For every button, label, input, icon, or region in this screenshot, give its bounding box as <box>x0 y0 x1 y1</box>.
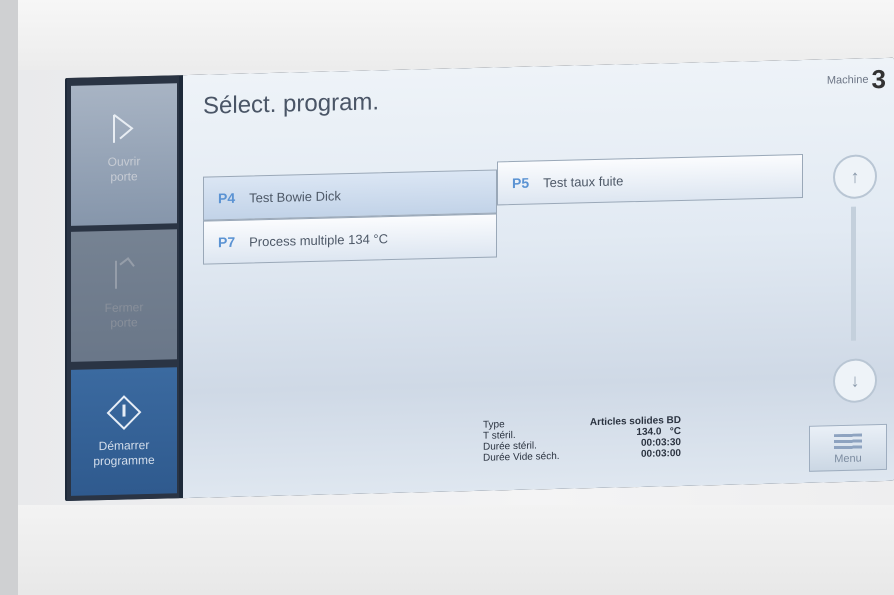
machine-indicator: Machine 3 <box>827 64 886 96</box>
machine-number: 3 <box>871 63 886 95</box>
arrow-down-icon: ↓ <box>850 370 860 391</box>
close-door-label: Fermer porte <box>104 300 144 330</box>
open-door-icon <box>113 113 134 143</box>
start-program-label: Démarrer programme <box>93 437 155 469</box>
dry-time-value: 00:03:00 <box>640 447 681 460</box>
main-panel: Sélect. program. Machine 3 P4 Test Bowie… <box>183 57 894 499</box>
menu-button[interactable]: Menu <box>809 423 887 472</box>
arrow-up-icon: ↑ <box>850 166 860 187</box>
program-item-p5[interactable]: P5 Test taux fuite <box>497 153 803 206</box>
program-name: Test Bowie Dick <box>249 187 341 206</box>
program-code: P4 <box>218 189 236 207</box>
machine-label: Machine <box>826 73 869 87</box>
program-code: P7 <box>218 233 236 251</box>
program-item-p7[interactable]: P7 Process multiple 134 °C <box>203 213 497 265</box>
close-door-button[interactable]: Fermer porte <box>71 229 177 362</box>
program-info: Type Articles solides BD T stéril. 134.0 °… <box>483 415 681 464</box>
start-program-button[interactable]: Démarrer programme <box>71 367 177 496</box>
program-name: Test taux fuite <box>543 172 624 190</box>
sidebar: Ouvrir porte Fermer porte Démarrer progr… <box>67 75 179 501</box>
program-item-p4[interactable]: P4 Test Bowie Dick <box>203 169 497 221</box>
device-bezel-top <box>18 0 894 70</box>
temp-label: T stéril. <box>483 429 516 442</box>
start-diamond-icon <box>106 395 142 430</box>
close-door-icon <box>115 257 135 289</box>
device-bezel-bottom <box>18 505 894 595</box>
dry-time-label: Durée Vide séch. <box>483 450 560 464</box>
open-door-label: Ouvrir porte <box>107 154 141 184</box>
menu-label: Menu <box>834 452 862 466</box>
type-label: Type <box>483 419 505 431</box>
scroll-up-button[interactable]: ↑ <box>833 154 877 200</box>
program-name: Process multiple 134 °C <box>249 230 388 250</box>
open-door-button[interactable]: Ouvrir porte <box>71 83 177 226</box>
sterilizer-screen: Ouvrir porte Fermer porte Démarrer progr… <box>65 57 894 501</box>
menu-bars-icon <box>834 433 862 451</box>
scroll-down-button[interactable]: ↓ <box>833 358 877 404</box>
page-title: Sélect. program. <box>203 88 380 120</box>
program-code: P5 <box>512 174 530 192</box>
scrollbar-track[interactable] <box>851 206 856 341</box>
